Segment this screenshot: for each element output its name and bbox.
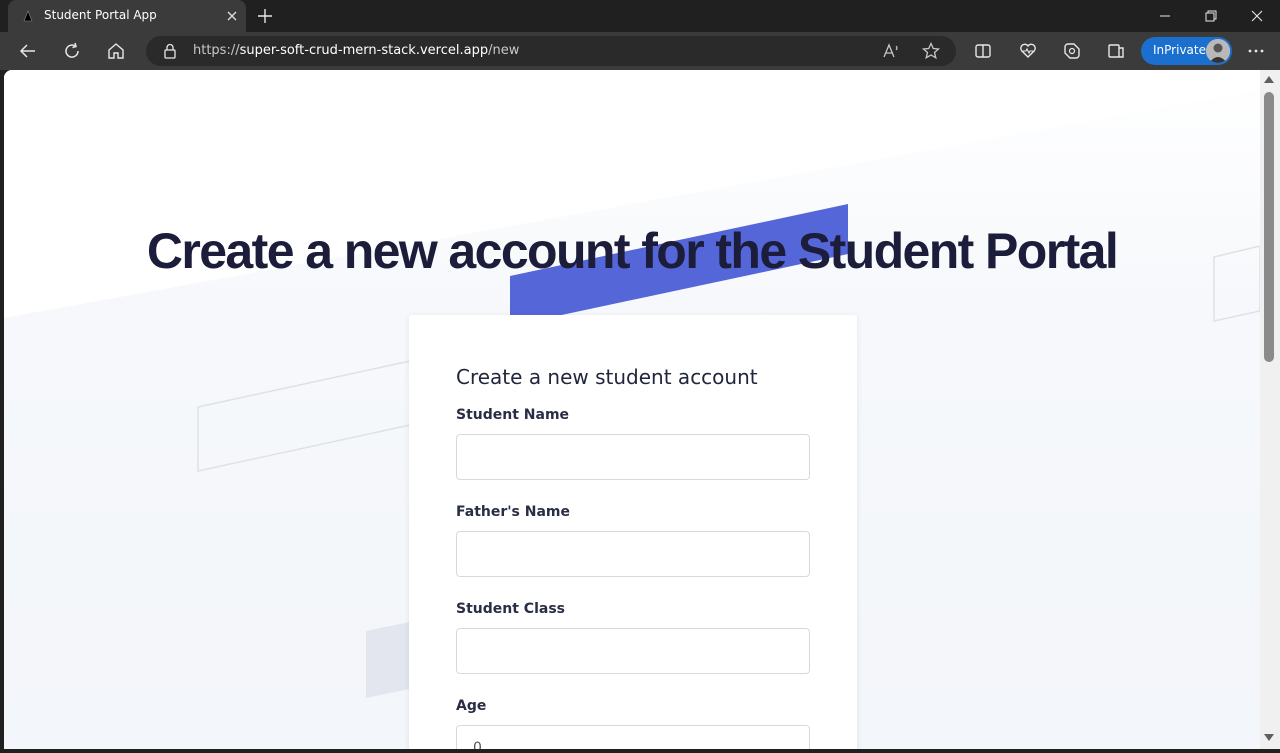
home-icon[interactable] [106,41,126,61]
page-title: Create a new account for the Student Por… [146,223,1119,279]
page-scrollbar[interactable] [1260,70,1280,749]
student-class-input[interactable] [456,628,810,674]
window-close-icon[interactable] [1249,8,1265,24]
url-text[interactable]: https://super-soft-crud-mern-stack.verce… [193,43,519,58]
lock-icon[interactable] [160,41,180,61]
avatar [1206,39,1230,63]
minimize-icon[interactable] [1157,8,1173,24]
profile-icon [1206,39,1230,63]
read-aloud-icon[interactable] [881,41,901,61]
tab-favicon-icon [23,10,33,22]
student-class-label: Student Class [456,601,565,617]
student-name-input[interactable] [456,434,810,480]
age-input[interactable] [456,725,810,749]
title-bar: Student Portal App [0,0,1280,32]
scroll-up-arrow[interactable] [1264,76,1274,83]
student-name-label: Student Name [456,407,570,423]
address-bar[interactable]: https://super-soft-crud-mern-stack.verce… [146,36,956,66]
refresh-icon[interactable] [62,41,82,61]
age-label: Age [456,698,487,714]
back-icon[interactable] [18,41,38,61]
restore-icon[interactable] [1203,8,1219,24]
url-host: super-soft-crud-mern-stack.vercel.app [239,43,489,58]
url-scheme: https:// [193,43,240,58]
inprivate-button[interactable]: InPrivate [1141,37,1232,65]
copilot-icon[interactable] [1062,41,1082,61]
favorite-icon[interactable] [921,41,941,61]
tab-title: Student Portal App [44,8,157,22]
health-icon[interactable] [1018,41,1038,61]
father-name-input[interactable] [456,531,810,577]
split-screen-icon[interactable] [973,41,993,61]
father-name-label: Father's Name [456,504,570,520]
browser-tab[interactable]: Student Portal App [8,0,246,32]
scroll-thumb[interactable] [1264,92,1274,362]
close-icon[interactable] [224,8,240,24]
more-icon[interactable] [1246,41,1266,61]
inprivate-label: InPrivate [1153,43,1206,57]
collections-icon[interactable] [1106,41,1126,61]
scroll-down-arrow[interactable] [1264,734,1274,741]
page-viewport: Create a new account for the Student Por… [4,70,1260,749]
browser-toolbar: https://super-soft-crud-mern-stack.verce… [0,32,1280,70]
url-path: /new [488,43,520,58]
form-title: Create a new student account [456,365,758,389]
new-tab-icon[interactable] [256,7,274,25]
signup-form-card: Create a new student account Student Nam… [409,315,857,749]
